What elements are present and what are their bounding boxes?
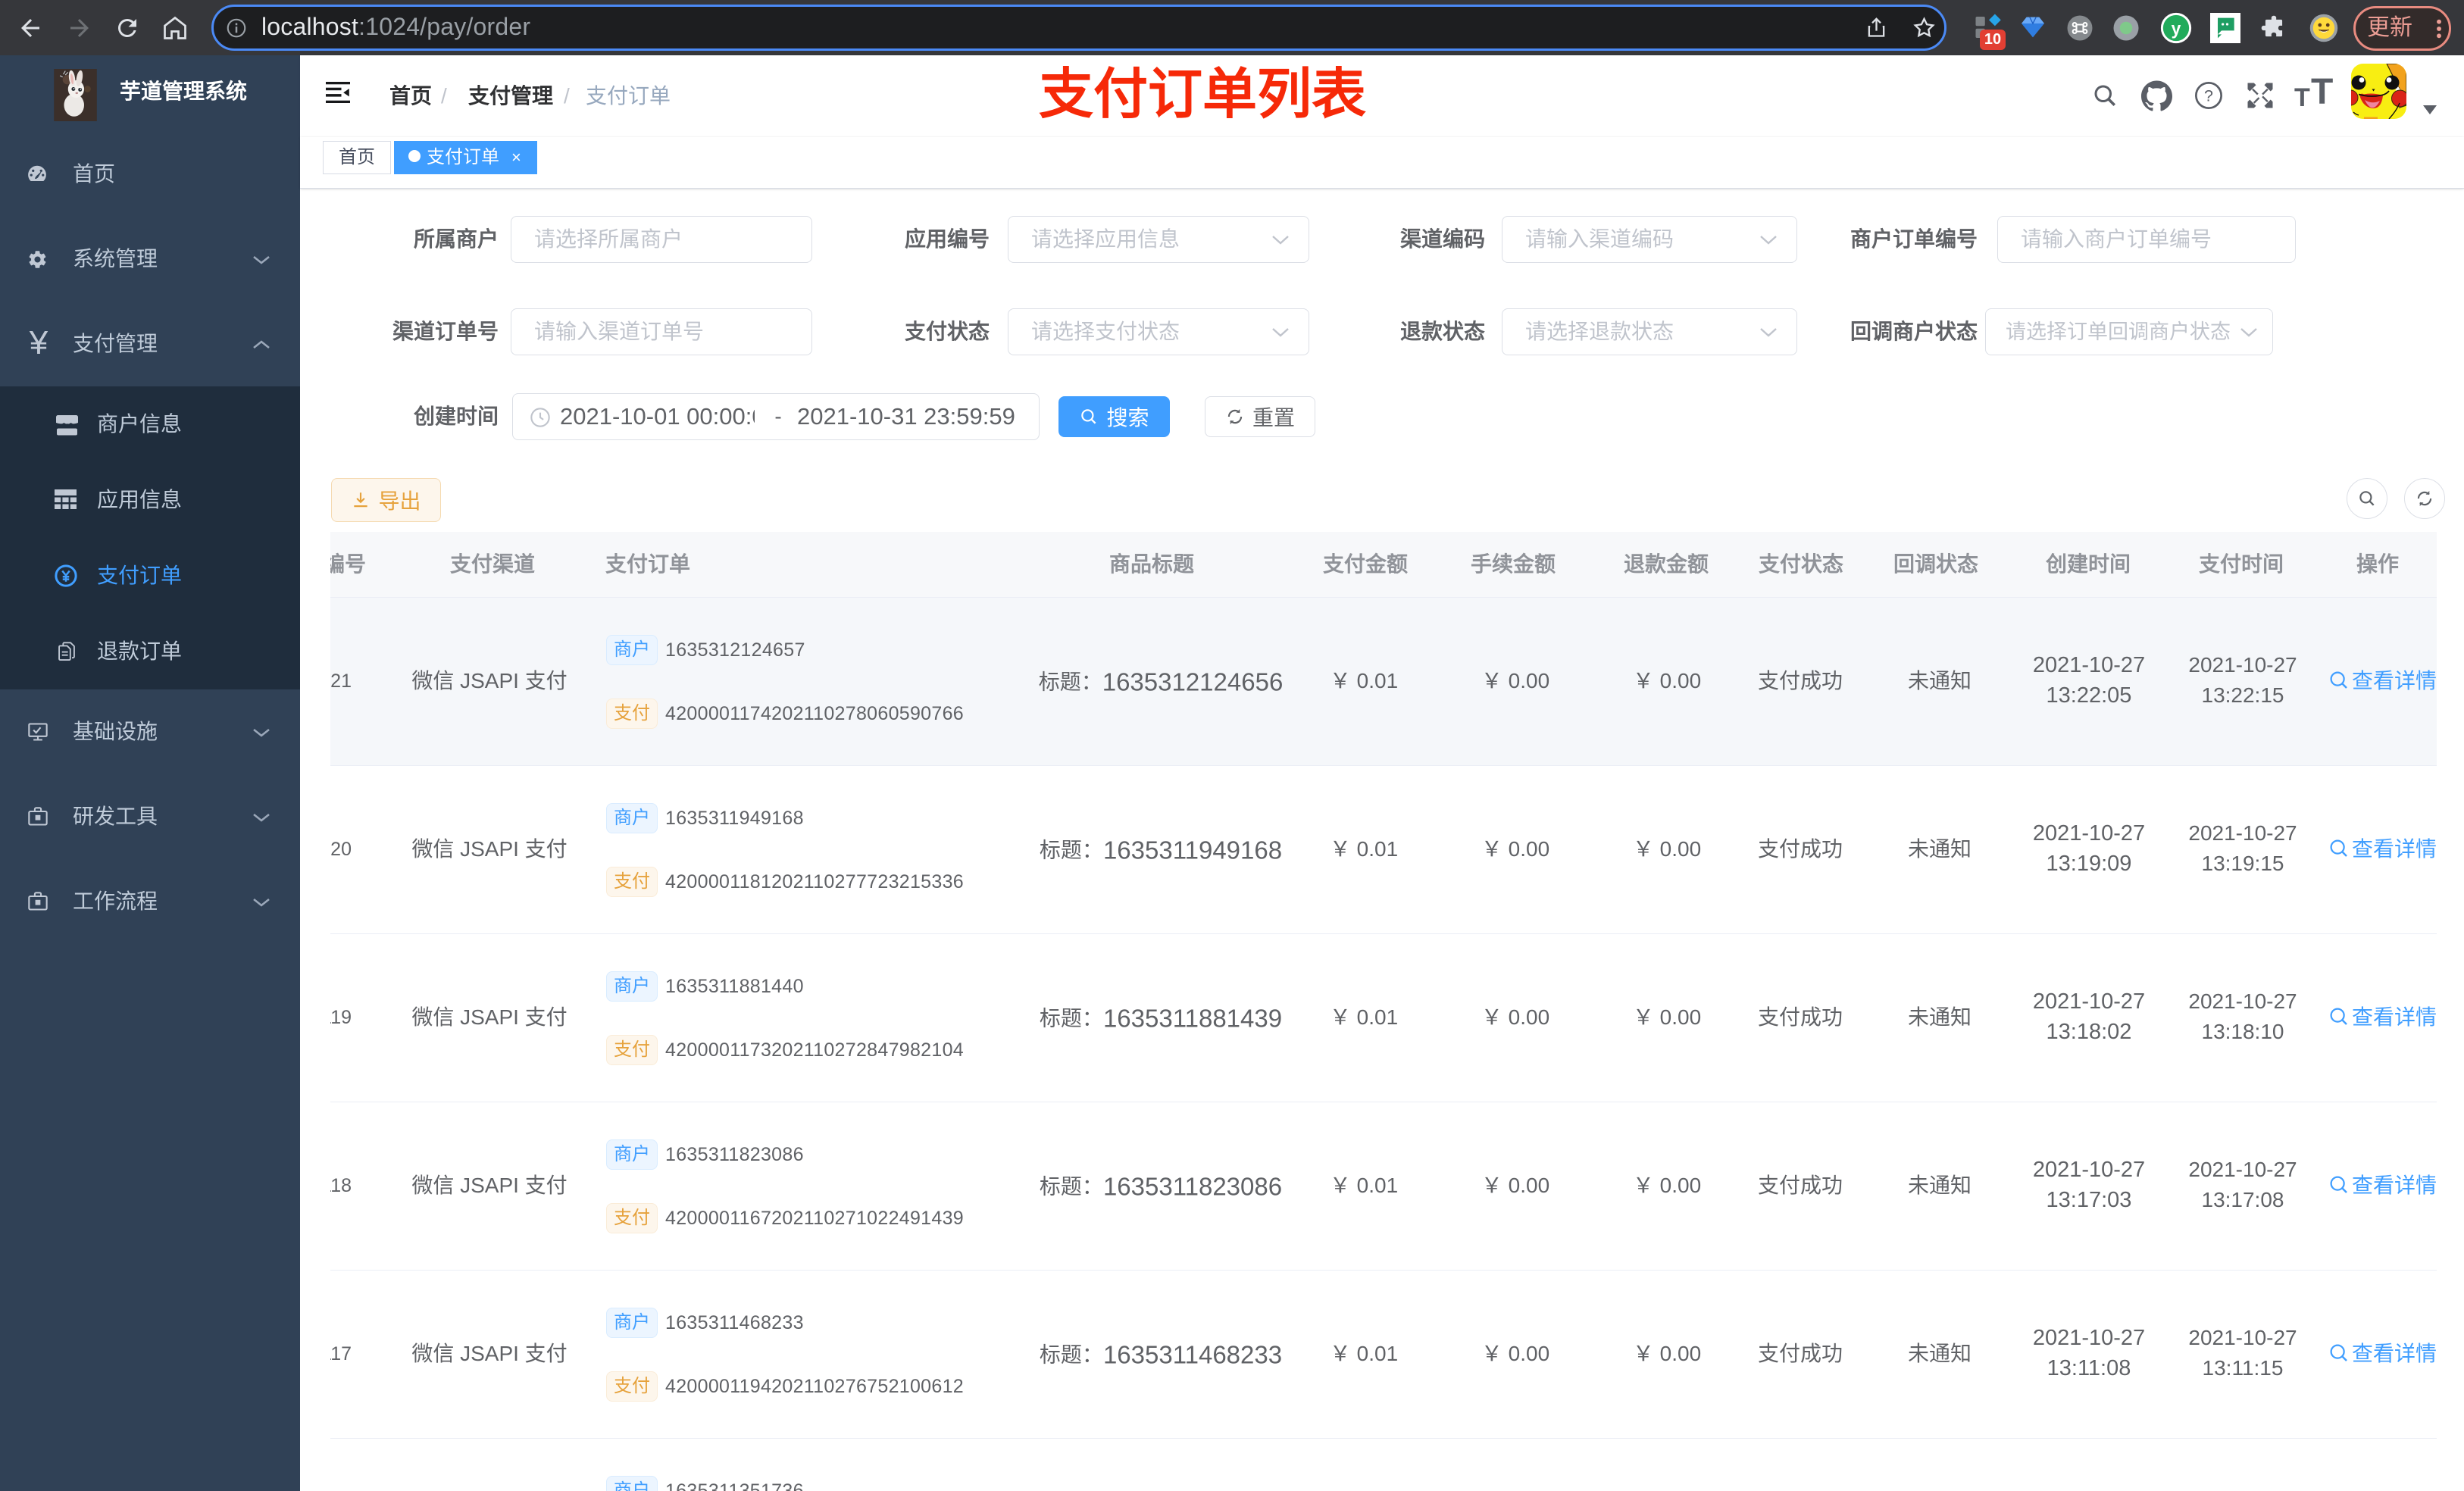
svg-text:?: ? xyxy=(2204,86,2213,105)
svg-text:y: y xyxy=(2172,18,2181,38)
